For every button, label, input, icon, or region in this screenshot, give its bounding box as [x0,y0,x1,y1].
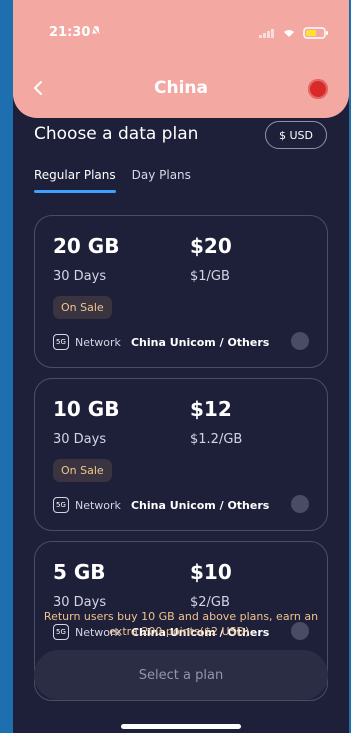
home-indicator[interactable] [121,724,241,729]
plan-unit-price: $2/GB [190,595,230,610]
currency-button[interactable]: $ USD [265,121,327,149]
sale-badge: On Sale [53,296,112,319]
network-label: Network [75,335,121,349]
china-flag-icon [308,79,328,99]
plan-size: 10 GB [53,397,120,421]
plan-unit-price: $1.2/GB [190,432,243,447]
carrier-name: China Unicom / Others [130,335,270,349]
sale-badge: On Sale [53,459,112,482]
tab-regular-plans[interactable]: Regular Plans [34,168,116,193]
header: 21:30 China [13,0,349,118]
plan-price: $10 [190,560,232,584]
carrier-name: China Unicom / Others [130,498,270,512]
select-plan-button[interactable]: Select a plan [34,650,328,700]
network-row: 5G Network China Unicom / Others [53,497,269,513]
plan-size: 5 GB [53,560,106,584]
network-label: Network [75,498,121,512]
phone-screen: 21:30 China Choose a data plan $ USD Reg… [13,0,349,733]
plan-tabs: Regular Plans Day Plans [34,168,191,193]
5g-icon: 5G [53,334,69,350]
tab-day-plans[interactable]: Day Plans [132,168,191,182]
plan-price: $20 [190,234,232,258]
status-time: 21:30 [49,25,91,40]
plan-unit-price: $1/GB [190,269,230,284]
wifi-icon [284,29,294,37]
plan-radio[interactable] [291,495,309,513]
section-title: Choose a data plan [34,124,199,144]
page-title: China [154,78,208,98]
plan-days: 30 Days [53,269,107,284]
promo-message: Return users buy 10 GB and above plans, … [43,610,319,638]
plan-days: 30 Days [53,595,107,610]
plan-radio[interactable] [291,332,309,350]
bell-off-icon [91,26,101,36]
plan-size: 20 GB [53,234,120,258]
5g-icon: 5G [53,497,69,513]
network-row: 5G Network China Unicom / Others [53,334,269,350]
plan-price: $12 [190,397,232,421]
battery-icon [303,27,328,39]
status-icons [259,27,329,39]
plan-days: 30 Days [53,432,107,447]
signal-icon [259,28,274,38]
plan-card-20gb[interactable]: 20 GB $20 30 Days $1/GB On Sale 5G Netwo… [34,215,328,368]
plan-card-10gb[interactable]: 10 GB $12 30 Days $1.2/GB On Sale 5G Net… [34,378,328,531]
